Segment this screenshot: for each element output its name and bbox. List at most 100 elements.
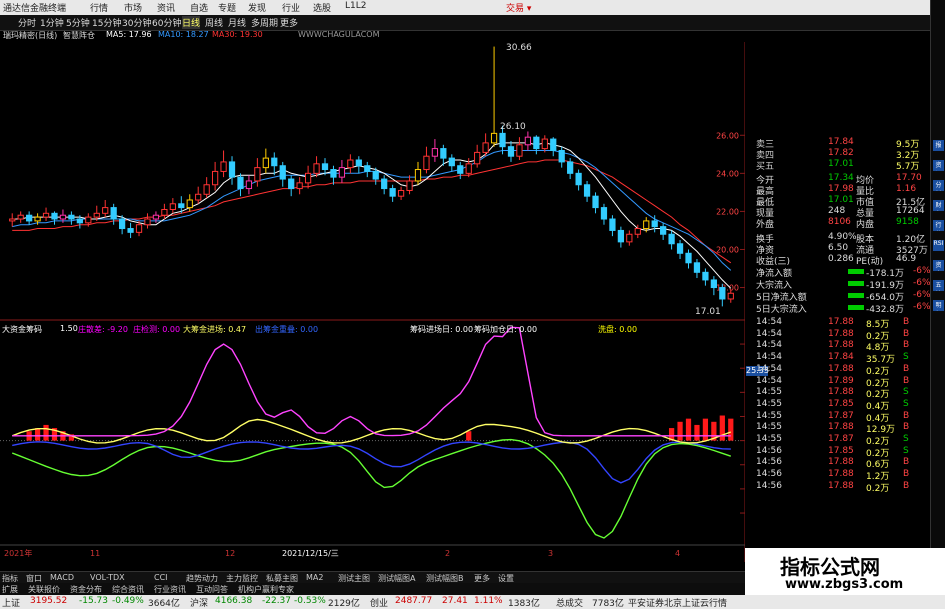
tick-row-cell: B bbox=[903, 457, 910, 468]
period-tab-active[interactable]: 日线 bbox=[182, 16, 201, 29]
candle bbox=[541, 138, 548, 150]
sh-value: 3195.52 bbox=[30, 596, 68, 606]
date-tick: 2021/12/15/三 bbox=[282, 549, 339, 558]
tab-item[interactable]: MA2 bbox=[306, 573, 323, 582]
menu-item[interactable]: 行情 bbox=[90, 1, 108, 14]
candle bbox=[499, 132, 506, 148]
tab-item[interactable]: 机构户赢利专家 bbox=[238, 584, 294, 595]
strip-button[interactable]: 资讯 bbox=[933, 160, 944, 171]
candle bbox=[262, 157, 269, 169]
candle bbox=[626, 233, 633, 243]
period-tab[interactable]: 多周期 bbox=[251, 16, 278, 29]
strip-button[interactable]: 五档 bbox=[933, 280, 944, 291]
price-tick-label: 26.00 bbox=[716, 131, 739, 140]
strip-button[interactable]: 明细 bbox=[933, 300, 944, 311]
strip-button[interactable]: 分析 bbox=[933, 180, 944, 191]
candle bbox=[440, 148, 447, 159]
menu-item[interactable]: 专题 bbox=[218, 1, 236, 14]
chart-info-bar: 瑞玛精密(日线) 智慧阵仓 MA5: 17.96 MA10: 18.27 MA3… bbox=[0, 30, 745, 42]
order-vol: 5.7万 bbox=[896, 162, 920, 172]
tab-item[interactable]: 行业资讯 bbox=[154, 584, 186, 595]
tab-item[interactable]: 互动问答 bbox=[196, 584, 228, 595]
indicator-bar bbox=[719, 415, 725, 441]
tab-item[interactable]: 扩展 bbox=[2, 584, 18, 595]
tick-row-cell: B bbox=[903, 422, 910, 433]
tick-row-cell: 17.88 bbox=[828, 363, 854, 374]
candle bbox=[321, 163, 329, 171]
tick-row-cell: 17.88 bbox=[828, 480, 854, 491]
trade-button[interactable]: 交易 ▾ bbox=[506, 1, 531, 14]
strip-button[interactable]: RSI bbox=[933, 240, 944, 251]
stat-row-cell: 17.70 bbox=[896, 173, 922, 183]
candle bbox=[389, 188, 396, 197]
candle bbox=[51, 212, 58, 220]
stat-row-cell: 17.34 bbox=[828, 173, 854, 183]
candle bbox=[406, 180, 413, 191]
stat-row-cell: 46.9 bbox=[896, 254, 917, 264]
date-axis: 2021年 11 12 2021/12/15/三 2 3 4 bbox=[4, 548, 680, 558]
sz-value: 4166.38 bbox=[215, 596, 253, 606]
date-tick: 4 bbox=[675, 549, 680, 558]
menu-item[interactable]: 市场 bbox=[124, 1, 142, 14]
strip-button[interactable]: 财务 bbox=[933, 200, 944, 211]
sz-label: 沪深 bbox=[190, 599, 209, 609]
ind-value: 筹码进场日: 0.00 bbox=[410, 325, 474, 334]
period-tab[interactable]: 5分钟 bbox=[66, 16, 90, 29]
period-tab[interactable]: 30分钟 bbox=[122, 16, 151, 29]
period-tab[interactable]: 分时 bbox=[18, 16, 36, 29]
menu-item[interactable]: L1L2 bbox=[345, 1, 366, 11]
period-tab[interactable]: 周线 bbox=[205, 16, 223, 29]
menu-item[interactable]: 发现 bbox=[248, 1, 266, 14]
ind-value: 庄检测: 0.00 bbox=[133, 325, 181, 334]
tick-row: 14:55 17.87 0.2万 S bbox=[748, 434, 930, 447]
candle bbox=[651, 220, 658, 228]
tick-row-cell: 14:56 bbox=[756, 469, 782, 480]
tick-row-cell: 14:55 bbox=[756, 422, 782, 433]
tab-item[interactable]: 综合资讯 bbox=[112, 584, 144, 595]
candle bbox=[448, 157, 455, 167]
stat-row-cell: 9158 bbox=[896, 217, 919, 227]
candle bbox=[423, 155, 430, 171]
indicator-name[interactable]: 大资金筹码 bbox=[2, 324, 42, 335]
tab-item[interactable]: 资金分布 bbox=[70, 584, 102, 595]
period-toolbar: 分时 1分钟 5分钟 15分钟 30分钟 60分钟 日线 周线 月线 多周期 更… bbox=[0, 15, 945, 31]
strip-button[interactable]: 报价 bbox=[933, 140, 944, 151]
tick-row-cell: S bbox=[903, 398, 909, 409]
tick-row-cell: 14:54 bbox=[756, 317, 782, 327]
tick-row: 14:55 17.88 0.2万 S bbox=[748, 387, 930, 400]
menu-item[interactable]: 资讯 bbox=[157, 1, 175, 14]
site-watermark: 指标公式网 www.zbgs3.com bbox=[745, 548, 945, 595]
tab-item[interactable]: VOL-TDX bbox=[90, 573, 125, 582]
period-tab[interactable]: 1分钟 bbox=[40, 16, 64, 29]
candle bbox=[288, 178, 295, 190]
flow-row-cell: -432.8万 bbox=[866, 305, 905, 315]
candle bbox=[558, 149, 565, 163]
tab-item[interactable]: CCI bbox=[154, 573, 168, 582]
date-tick: 2021年 bbox=[4, 548, 32, 558]
candle bbox=[719, 287, 726, 300]
main-indicator-name[interactable]: 智慧阵仓 bbox=[63, 30, 95, 41]
strip-button[interactable]: 资金 bbox=[933, 260, 944, 271]
period-tab[interactable]: 60分钟 bbox=[152, 16, 181, 29]
candle bbox=[668, 233, 675, 245]
menu-item[interactable]: 自选 bbox=[190, 1, 208, 14]
menu-item[interactable]: 选股 bbox=[313, 1, 331, 14]
cy-value: 2487.77 bbox=[395, 596, 433, 606]
period-tab[interactable]: 更多 bbox=[280, 16, 298, 29]
tick-row-cell: B bbox=[903, 480, 910, 491]
candle bbox=[42, 212, 50, 218]
watermark-url: www.zbgs3.com bbox=[785, 577, 904, 592]
indicator-bars bbox=[26, 415, 734, 441]
period-tab[interactable]: 月线 bbox=[228, 16, 246, 29]
tab-item[interactable]: 关联报价 bbox=[28, 584, 60, 595]
period-tab[interactable]: 15分钟 bbox=[92, 16, 121, 29]
candle bbox=[660, 226, 667, 235]
strip-button[interactable]: 行业 bbox=[933, 220, 944, 231]
tick-row-cell: 14:55 bbox=[756, 387, 782, 398]
menu-item[interactable]: 行业 bbox=[282, 1, 300, 14]
tab-item[interactable]: MACD bbox=[50, 573, 74, 582]
stat-row: 净资 6.50 流通 3527万 bbox=[748, 243, 930, 256]
stat-row-cell: 0.286 bbox=[828, 254, 854, 264]
tick-row: 14:56 17.88 0.2万 B bbox=[748, 480, 930, 494]
candle bbox=[609, 218, 616, 231]
